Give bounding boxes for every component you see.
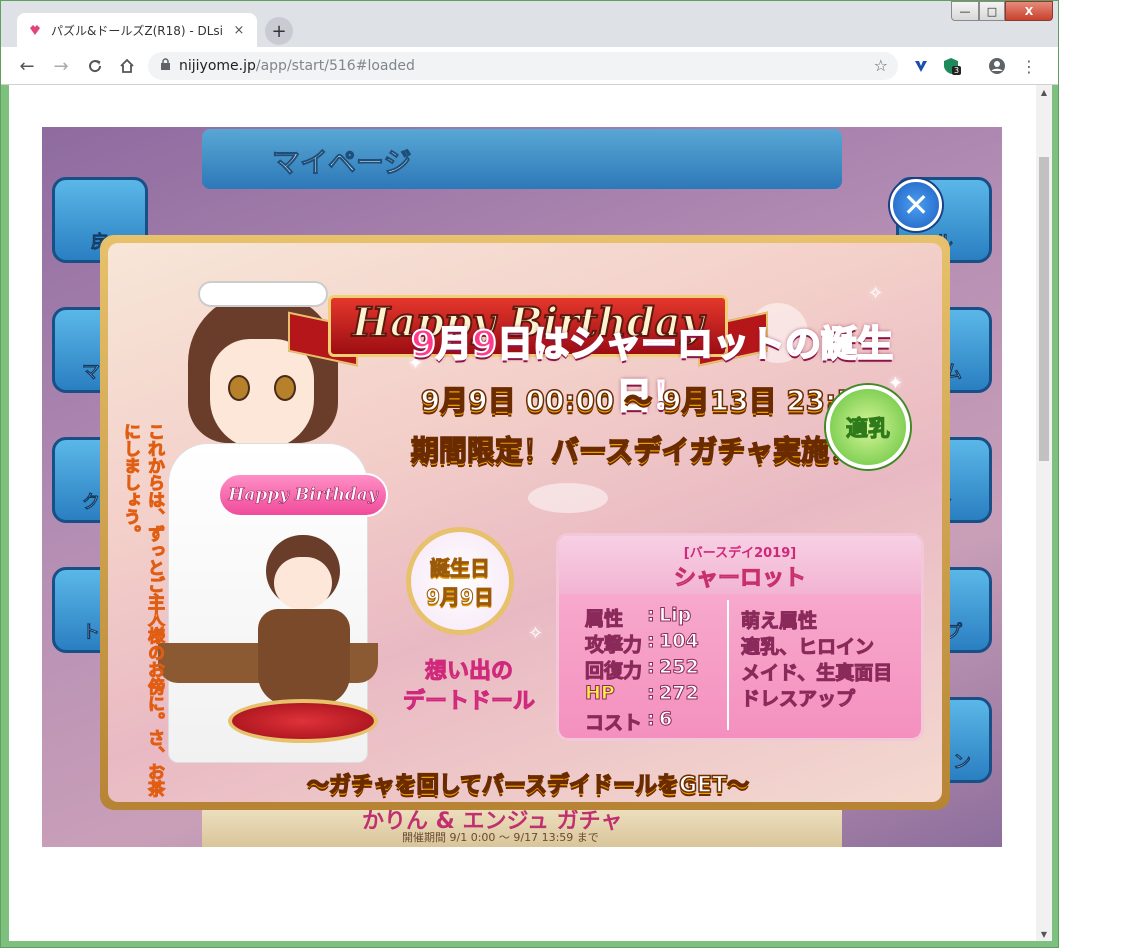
bg-mypage-header: マイページ bbox=[202, 129, 842, 189]
stat-sep: : bbox=[647, 604, 656, 627]
game-canvas[interactable]: マイページ 戻 マイ クエ トレ ル ズム ャ ップ ション かりん & エンジ… bbox=[42, 127, 1002, 847]
stat-row: 回復力:252 bbox=[585, 656, 700, 683]
popup-panel: ✦ ✦ ✧ ✧ これからは、ずっとご主人様のお傍に。さ、お茶にしましょう。 Ha… bbox=[108, 243, 942, 802]
new-tab-button[interactable]: + bbox=[265, 17, 293, 45]
type-badge: 適乳 bbox=[826, 385, 910, 469]
stat-sep: : bbox=[647, 656, 656, 679]
stat-key: コスト bbox=[585, 712, 643, 735]
stat-value: Lip bbox=[658, 604, 692, 627]
birthday-badge: 誕生日 9月9日 bbox=[406, 527, 514, 635]
moe-title: 萌え属性 bbox=[740, 610, 818, 633]
card-name: シャーロット bbox=[673, 566, 806, 592]
stat-key: 攻撃力 bbox=[585, 634, 643, 657]
stat-row: 属性: Lip bbox=[585, 604, 692, 631]
badge-line1: 誕生日 bbox=[430, 556, 491, 581]
bg-banner-period: 開催期間 9/1 0:00 ～ 9/17 13:59 まで bbox=[402, 831, 599, 844]
moe-attr: ドレスアップ bbox=[740, 688, 856, 711]
extension-shield-icon[interactable]: 3 bbox=[941, 56, 962, 76]
chibi-banner: Happy Birthday bbox=[218, 473, 388, 517]
bg-page-title: マイページ bbox=[271, 146, 412, 180]
memory-line2: デートドール bbox=[402, 689, 535, 715]
extension-v-icon[interactable] bbox=[911, 56, 931, 76]
url-path: /app/start/516#loaded bbox=[255, 58, 415, 74]
stat-row: HP:272 bbox=[585, 682, 700, 705]
menu-kebab-icon[interactable]: ⋮ bbox=[1019, 56, 1039, 76]
browser-tab[interactable]: パズル&ドールズZ(R18) - DLsi × bbox=[17, 13, 257, 47]
card-series: [バースデイ2019] bbox=[683, 546, 797, 561]
bg-light bbox=[528, 483, 608, 513]
stat-row: コスト:6 bbox=[585, 708, 673, 735]
memory-line1: 想い出の bbox=[424, 659, 513, 685]
doll-face bbox=[274, 557, 332, 609]
window-close-button[interactable]: X bbox=[1005, 1, 1053, 21]
home-icon[interactable] bbox=[115, 54, 139, 78]
char-eye bbox=[274, 375, 296, 401]
stat-key: 回復力 bbox=[585, 660, 643, 683]
event-period: 9月9日 00:00 ～ 9月13日 23:59 bbox=[420, 383, 876, 418]
moe-attr: メイド、生真面目 bbox=[740, 662, 893, 685]
gacha-announcement: 期間限定！バースデイガチャ実施！！ bbox=[410, 433, 886, 468]
title-bar: パズル&ドールズZ(R18) - DLsi × + — □ X bbox=[1, 1, 1058, 47]
page-scrollbar[interactable]: ▲ ▼ bbox=[1036, 85, 1052, 941]
stat-sep: : bbox=[647, 630, 656, 653]
stat-value: 272 bbox=[659, 682, 700, 705]
back-icon[interactable]: ← bbox=[15, 54, 39, 78]
chibi-doll: Happy Birthday bbox=[218, 473, 388, 773]
char-eye bbox=[228, 375, 250, 401]
reload-icon[interactable] bbox=[83, 54, 107, 78]
doll-stat-card: [バースデイ2019] シャーロット 属性: Lip 攻撃力:104 回復力:25… bbox=[556, 533, 924, 741]
popup-close-button[interactable]: ✕ bbox=[890, 179, 942, 231]
extension-badge: 3 bbox=[952, 66, 962, 75]
url-host: nijiyome.jp bbox=[179, 58, 256, 74]
memory-label: 想い出の デートドール bbox=[384, 657, 554, 717]
address-bar[interactable]: nijiyome.jp/app/start/516#loaded ☆ bbox=[148, 52, 898, 80]
site-favicon-icon bbox=[27, 22, 43, 38]
stat-sep: : bbox=[647, 708, 656, 731]
account-icon[interactable] bbox=[987, 56, 1007, 76]
browser-toolbar: ← → nijiyome.jp/app/start/516#loaded ☆ 3… bbox=[1, 47, 1058, 85]
card-divider bbox=[727, 600, 729, 730]
sparkle-icon: ✧ bbox=[868, 283, 884, 304]
tab-close-icon[interactable]: × bbox=[231, 23, 247, 38]
maximize-button[interactable]: □ bbox=[979, 1, 1005, 21]
lock-icon bbox=[160, 57, 171, 75]
stat-value: 252 bbox=[659, 656, 700, 679]
scroll-down-icon[interactable]: ▼ bbox=[1036, 927, 1052, 941]
tab-title: パズル&ドールズZ(R18) - DLsi bbox=[51, 23, 224, 38]
stat-sep: : bbox=[647, 682, 656, 705]
stat-key: 属性 bbox=[585, 608, 624, 631]
forward-icon[interactable]: → bbox=[49, 54, 73, 78]
gacha-cta: ～ガチャを回してバースデイドールをGET～ bbox=[306, 772, 750, 799]
moe-attr: 適乳、ヒロイン bbox=[740, 636, 875, 659]
stat-row: 攻撃力:104 bbox=[585, 630, 700, 657]
minimize-button[interactable]: — bbox=[951, 1, 979, 21]
scroll-thumb[interactable] bbox=[1039, 157, 1049, 461]
stat-value: 104 bbox=[659, 630, 700, 653]
badge-line2: 9月9日 bbox=[426, 585, 495, 610]
doll-body bbox=[258, 609, 350, 705]
scroll-up-icon[interactable]: ▲ bbox=[1036, 85, 1052, 99]
doll-stage bbox=[228, 699, 378, 743]
page-viewport: マイページ 戻 マイ クエ トレ ル ズム ャ ップ ション かりん & エンジ… bbox=[9, 85, 1036, 941]
bookmark-star-icon[interactable]: ☆ bbox=[874, 56, 888, 75]
stat-value: 6 bbox=[658, 708, 673, 731]
stat-key: HP bbox=[585, 682, 616, 705]
sparkle-icon: ✧ bbox=[528, 623, 544, 644]
browser-window: パズル&ドールズZ(R18) - DLsi × + — □ X ← → niji… bbox=[0, 0, 1059, 948]
vertical-message: これからは、ずっとご主人様のお傍に。さ、お茶にしましょう。 bbox=[120, 423, 165, 798]
birthday-popup: ✦ ✦ ✧ ✧ これからは、ずっとご主人様のお傍に。さ、お茶にしましょう。 Ha… bbox=[100, 235, 950, 810]
